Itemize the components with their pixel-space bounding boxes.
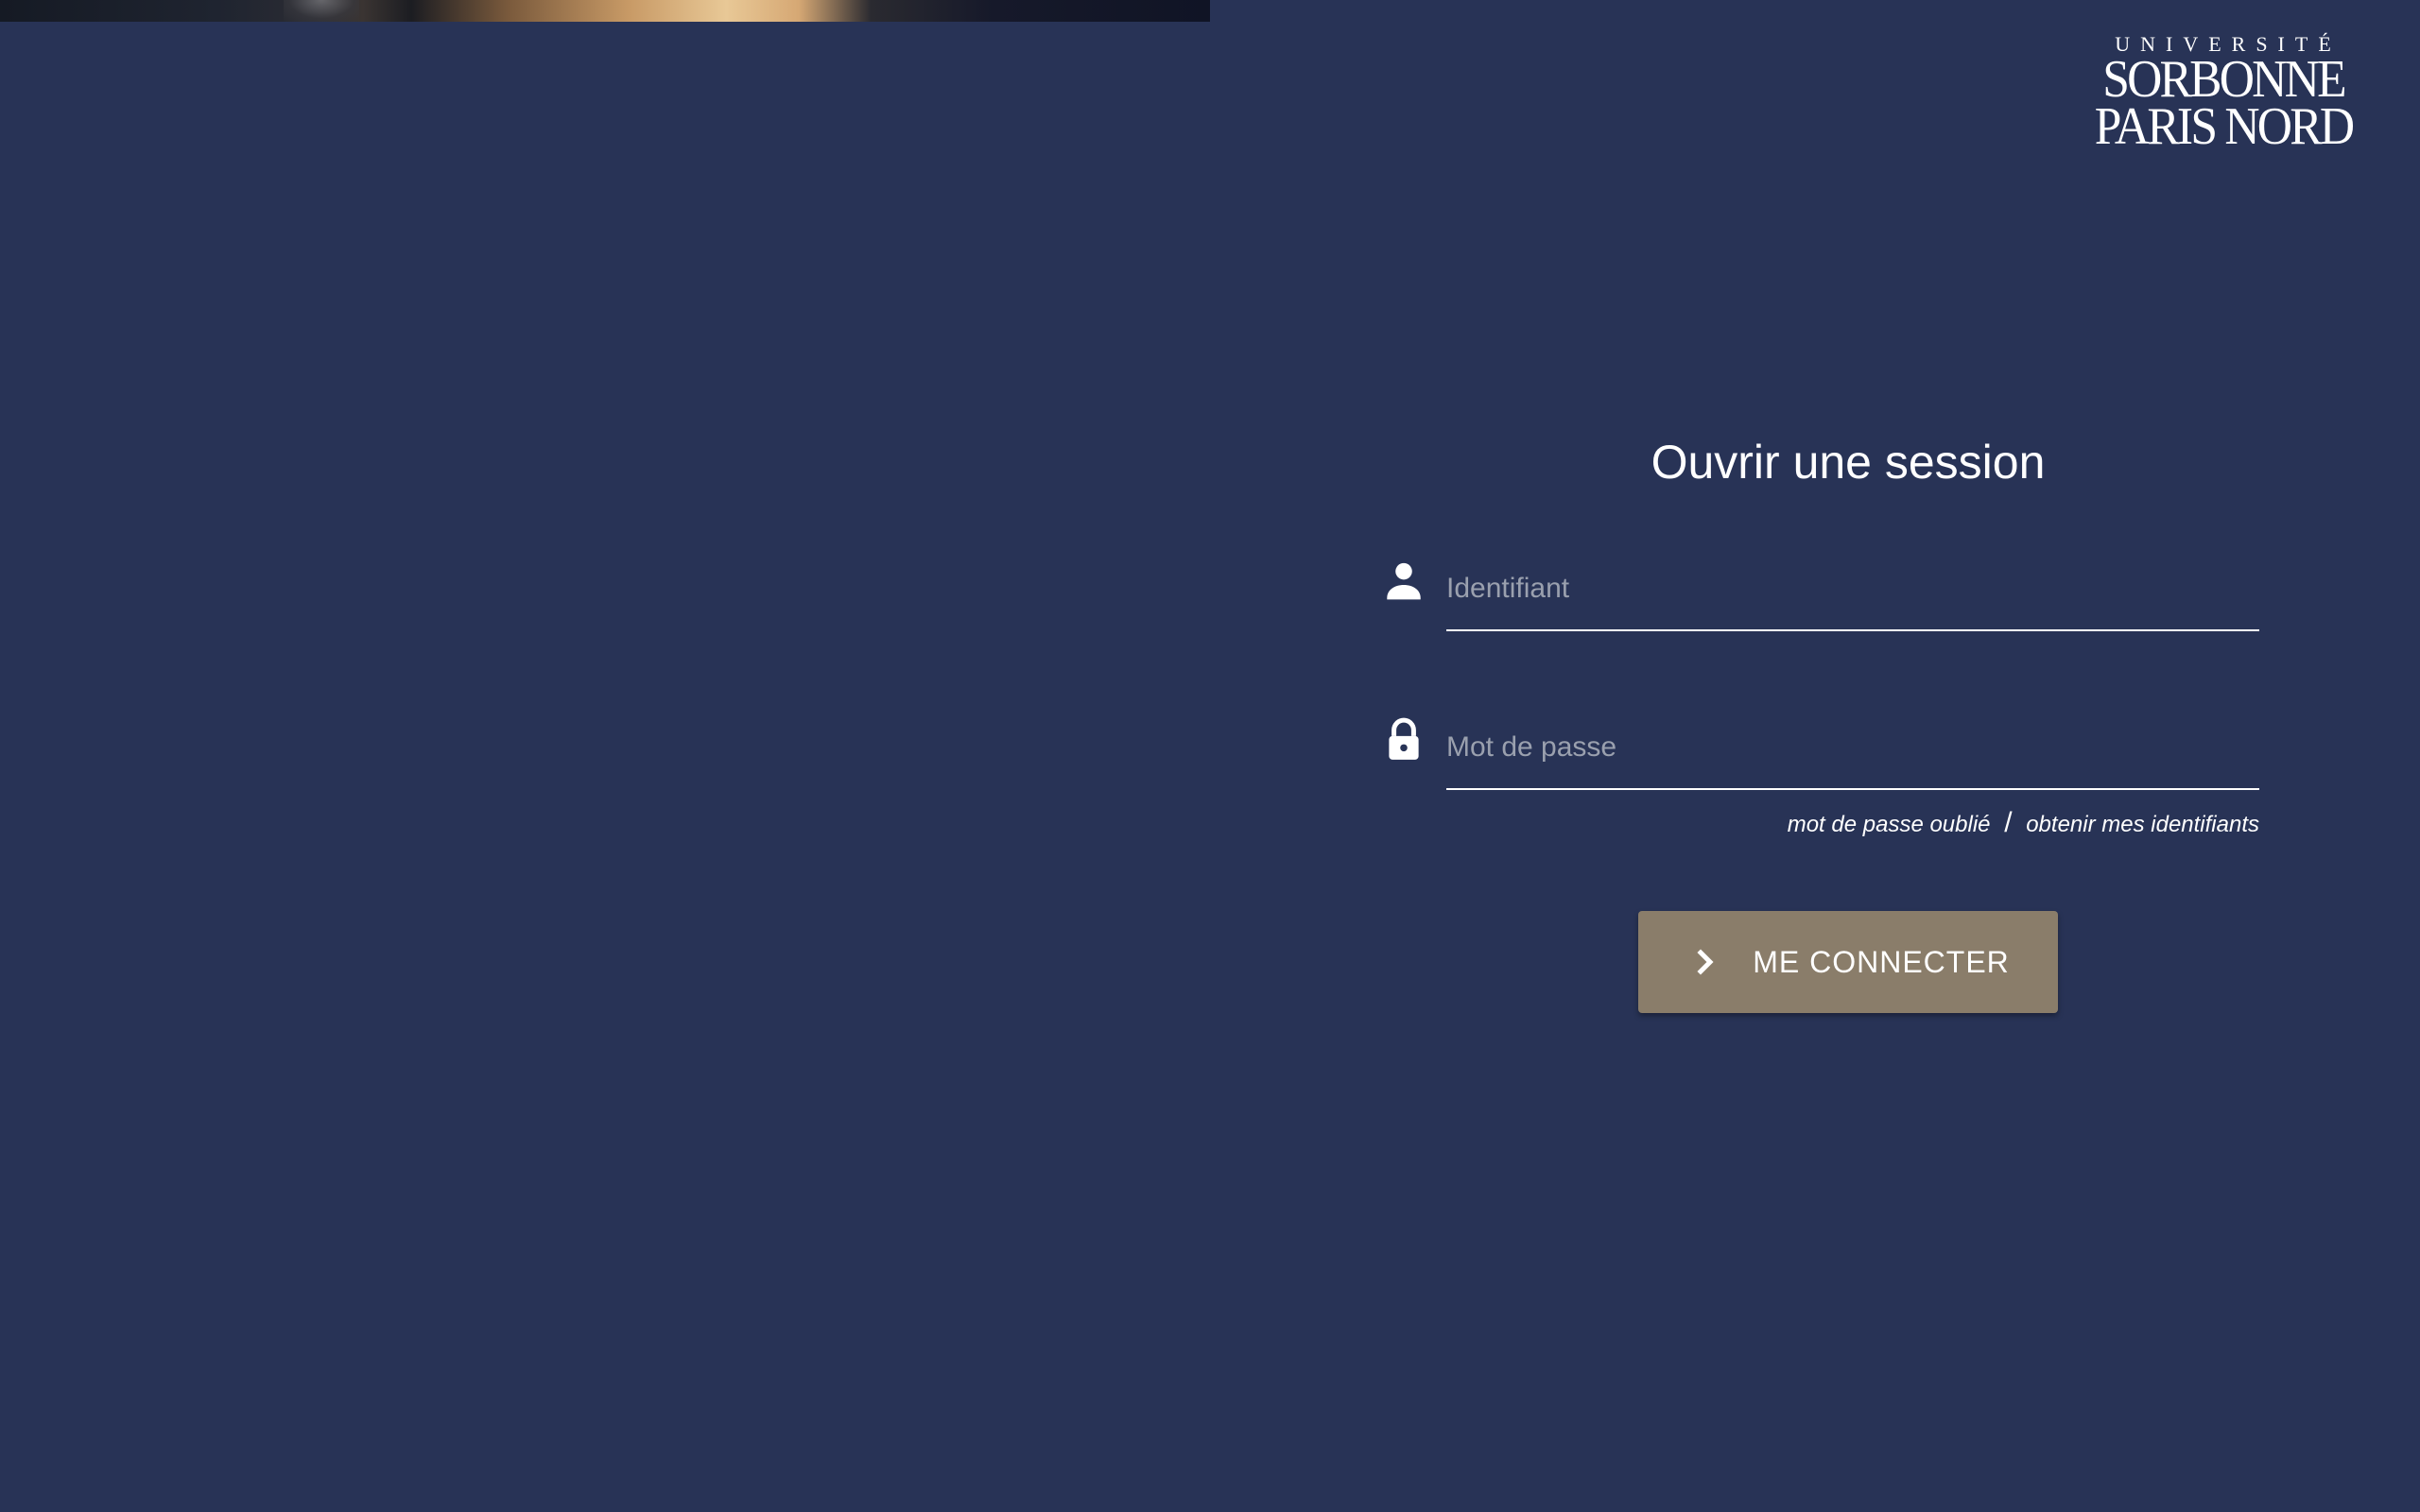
links-separator: / [2004, 807, 2013, 838]
login-button[interactable]: ME CONNECTER [1638, 911, 2058, 1013]
person-icon [1387, 562, 1421, 600]
lock-icon [1389, 717, 1419, 760]
password-field [1380, 705, 2259, 790]
login-button-label: ME CONNECTER [1753, 944, 2010, 979]
chevron-right-icon [1697, 949, 1714, 975]
password-input-wrap [1446, 707, 2259, 790]
username-input[interactable] [1446, 573, 2259, 605]
submit-wrap: ME CONNECTER [1380, 911, 2259, 1013]
page-title: Ouvrir une session [1651, 436, 2046, 489]
background-photo [0, 0, 1210, 22]
logo-line-2: PARIS NORD [2094, 97, 2355, 156]
login-page: UNIVERSITÉ SORBONNE PARIS NORD Ouvrir un… [0, 0, 2420, 1512]
get-credentials-link[interactable]: obtenir mes identifiants [2026, 812, 2259, 837]
username-input-wrap [1446, 548, 2259, 631]
login-form: Ouvrir une session mot de passe oublié / [1380, 435, 2259, 1013]
password-input[interactable] [1446, 731, 2259, 764]
forgot-password-link[interactable]: mot de passe oublié [1788, 812, 1991, 837]
username-field [1380, 546, 2259, 631]
help-links: mot de passe oublié / obtenir mes identi… [1380, 807, 2259, 839]
university-logo: UNIVERSITÉ SORBONNE PARIS NORD [2082, 34, 2365, 156]
